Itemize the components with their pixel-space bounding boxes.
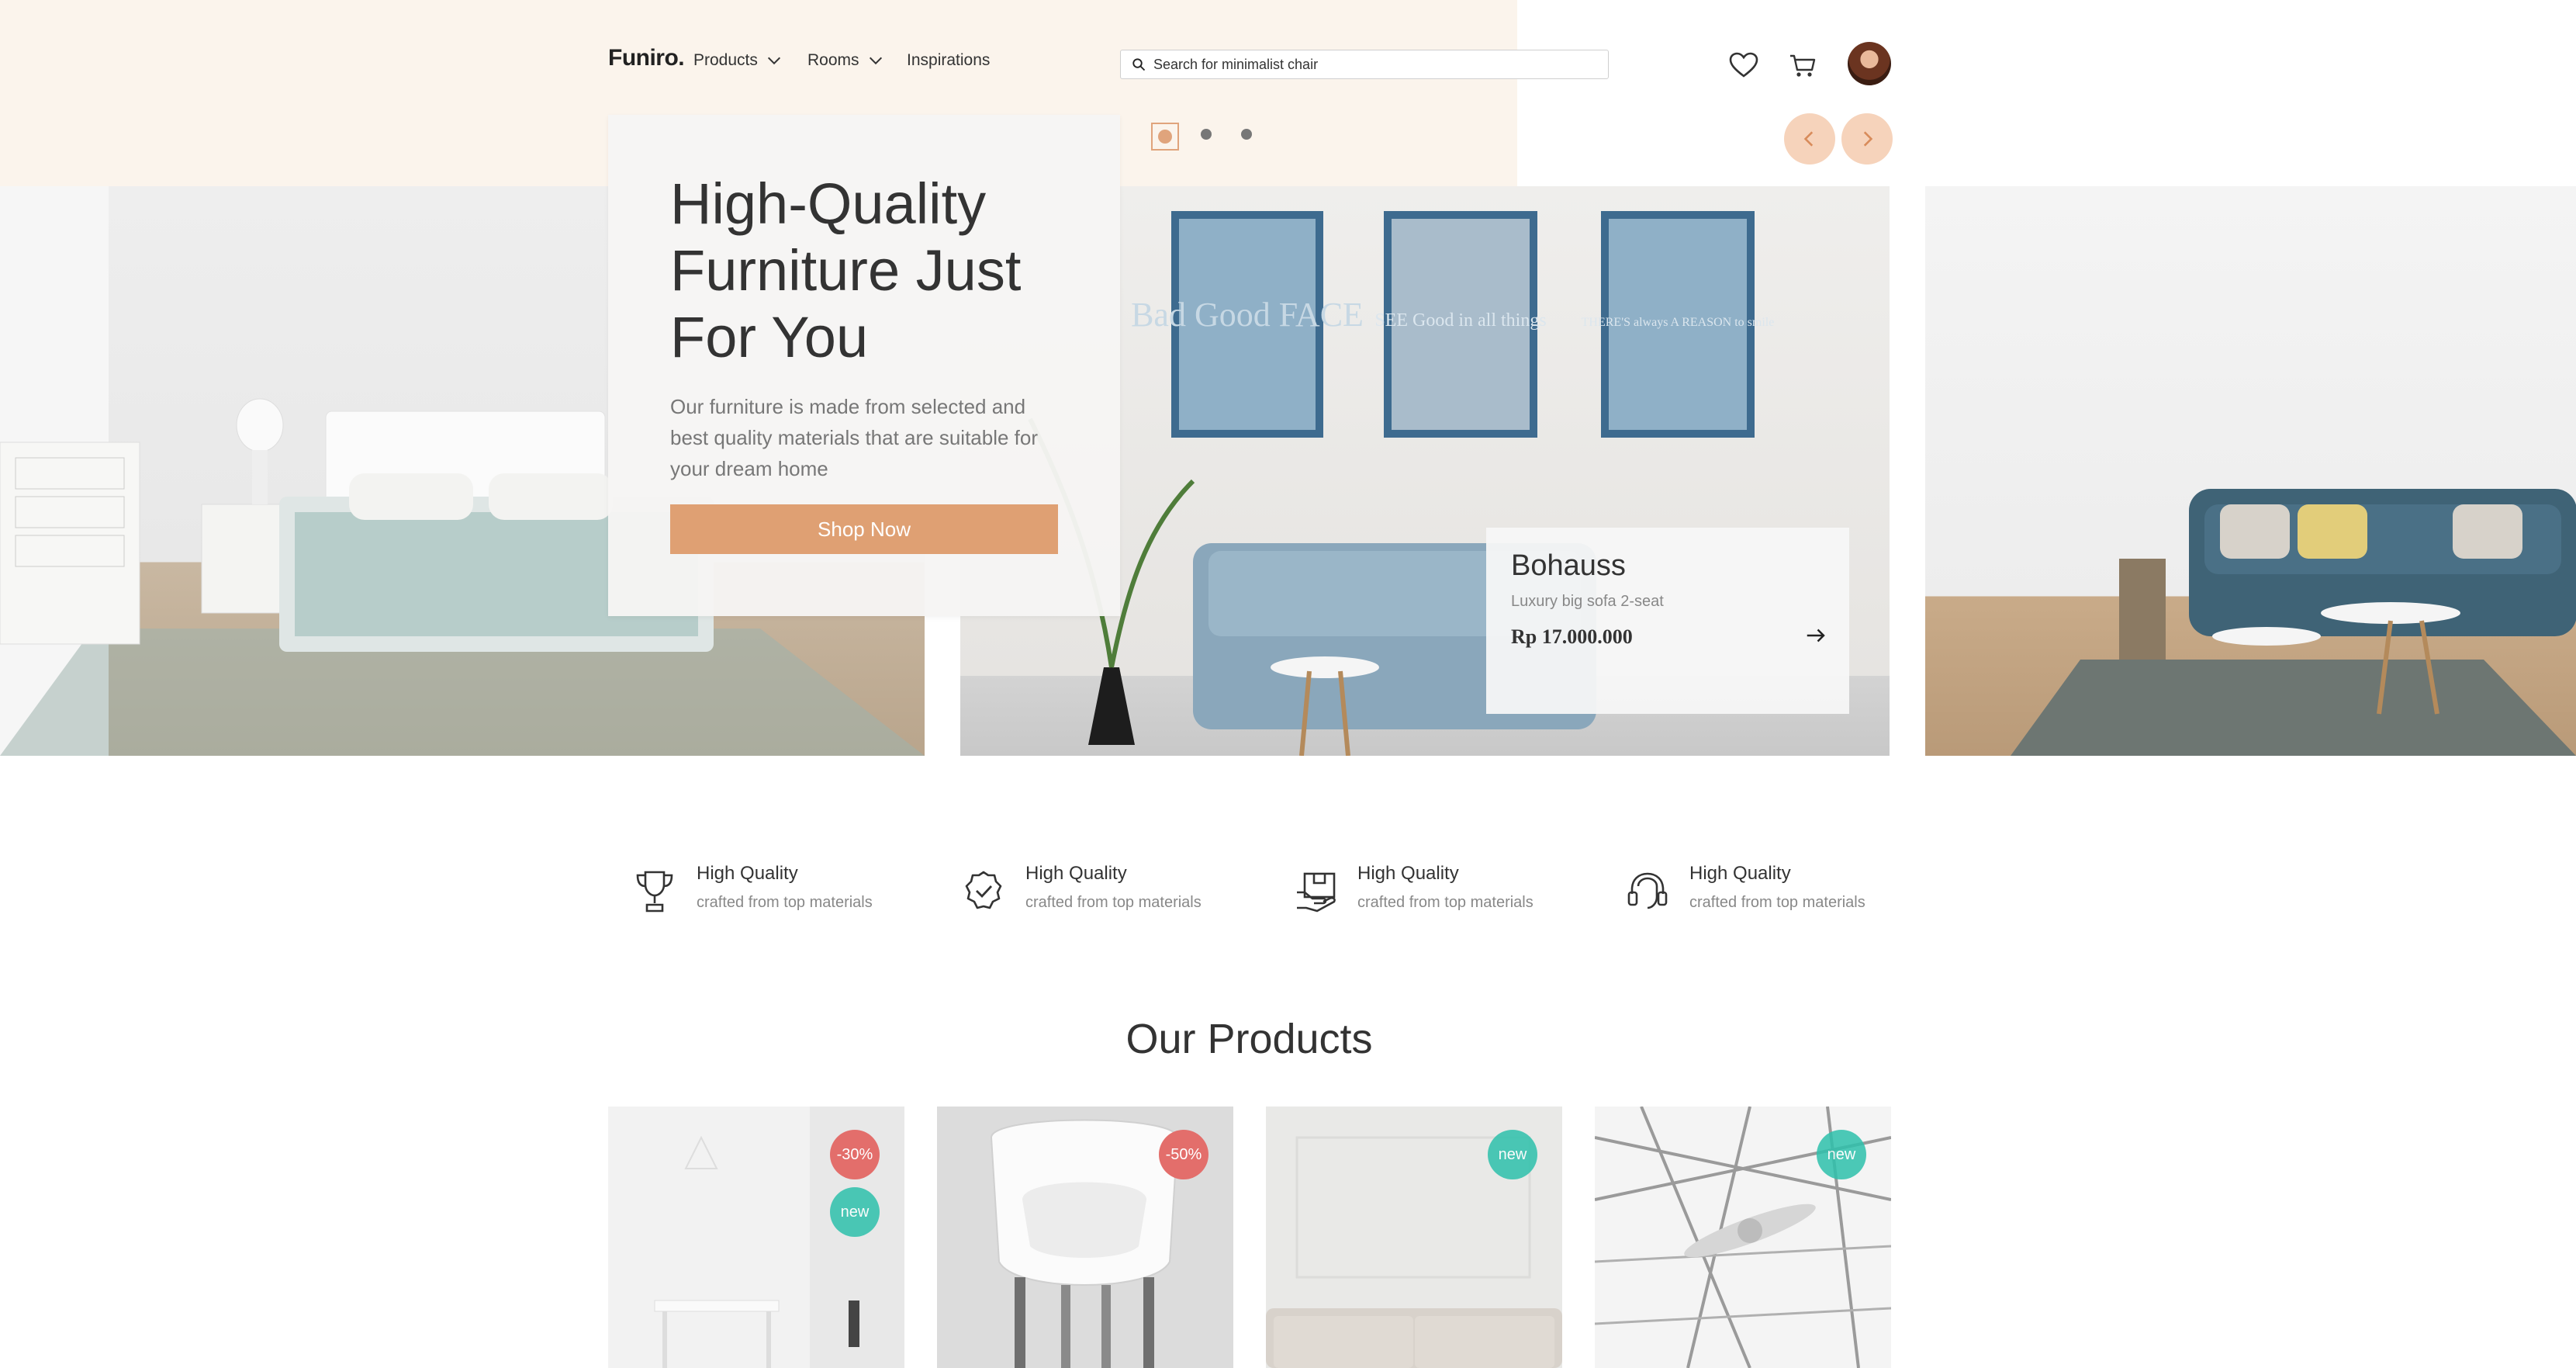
frame-2-text: SEE Good in all things [1374, 310, 1546, 331]
nav-products-label: Products [693, 51, 758, 69]
featured-product-subtitle: Luxury big sofa 2-seat [1511, 593, 1664, 610]
frame-3-text: THERE'S always A REASON to smile [1582, 316, 1775, 329]
product-card-1[interactable]: -30% new [608, 1107, 904, 1368]
carousel-dot-2[interactable] [1201, 129, 1212, 140]
wall-frame-3: THERE'S always A REASON to smile [1582, 211, 1775, 438]
search-input[interactable] [1152, 55, 1605, 74]
feature-title: High Quality [1025, 863, 1127, 884]
new-badge: new [1817, 1130, 1866, 1179]
trophy-icon [636, 871, 673, 913]
nav-rooms-label: Rooms [807, 51, 859, 69]
search-icon [1132, 58, 1146, 71]
feature-title: High Quality [697, 863, 798, 884]
hero-description: Our furniture is made from selected and … [670, 395, 1039, 480]
section-title-products: Our Products [1125, 1016, 1373, 1062]
chevron-down-icon [869, 57, 882, 65]
feature-item-4: High Quality crafted from top materials [1626, 863, 1952, 925]
feature-item-1: High Quality crafted from top materials [633, 863, 959, 925]
hero-card: High-Quality Furniture Just For You Our … [608, 115, 1120, 616]
chevron-left-icon [1803, 131, 1814, 147]
hero-title: High-Quality Furniture Just For You [670, 171, 1022, 369]
new-badge: new [1488, 1130, 1537, 1179]
support-headset-icon [1627, 872, 1668, 909]
shipping-box-icon [1297, 872, 1336, 913]
nav-inspirations-label: Inspirations [907, 51, 991, 69]
feature-title: High Quality [1357, 863, 1459, 884]
shop-now-button[interactable]: Shop Now [670, 504, 1058, 554]
search-bar[interactable] [1120, 50, 1609, 79]
feature-title: High Quality [1689, 863, 1791, 884]
carousel-dot-3[interactable] [1241, 129, 1252, 140]
wall-frame-1: Bad Good FACE [1131, 211, 1364, 438]
cart-button[interactable] [1786, 48, 1820, 82]
product-card-2[interactable]: -50% [937, 1107, 1233, 1368]
wall-frame-2: SEE Good in all things [1374, 211, 1547, 438]
nav-inspirations[interactable]: Inspirations [907, 51, 990, 70]
featured-product-card[interactable]: Bohauss Luxury big sofa 2-seat Rp 17.000… [1486, 528, 1849, 714]
featured-product-price: Rp 17.000.000 [1511, 625, 1633, 648]
nav-rooms[interactable]: Rooms [807, 51, 884, 70]
new-badge: new [830, 1187, 880, 1237]
product-card-4[interactable]: new [1595, 1107, 1891, 1368]
carousel-next-button[interactable] [1841, 113, 1893, 165]
chevron-right-icon [1863, 131, 1873, 147]
wishlist-button[interactable] [1727, 48, 1761, 82]
carousel-dot-1-active[interactable] [1151, 123, 1179, 151]
heart-icon [1729, 52, 1758, 78]
discount-badge: -50% [1159, 1130, 1208, 1179]
carousel-prev-button[interactable] [1784, 113, 1835, 165]
chevron-down-icon [767, 57, 780, 65]
feature-item-2: High Quality crafted from top materials [962, 863, 1288, 925]
featured-product-name: Bohauss [1511, 549, 1626, 582]
verified-badge-icon [965, 871, 1002, 909]
hero-image-living-room [1925, 186, 2576, 756]
cart-icon [1790, 54, 1816, 77]
feature-subtitle: crafted from top materials [1357, 894, 1533, 911]
nav-products[interactable]: Products [693, 51, 783, 70]
logo[interactable]: Funiro. [608, 45, 685, 71]
feature-item-3: High Quality crafted from top materials [1294, 863, 1620, 925]
feature-subtitle: crafted from top materials [1689, 894, 1865, 911]
arrow-right-icon[interactable] [1804, 624, 1827, 647]
product-card-3[interactable]: new [1266, 1107, 1562, 1368]
user-avatar[interactable] [1848, 42, 1891, 85]
feature-subtitle: crafted from top materials [697, 894, 873, 911]
feature-subtitle: crafted from top materials [1025, 894, 1202, 911]
frame-1-text: Bad Good FACE [1131, 296, 1364, 334]
discount-badge: -30% [830, 1130, 880, 1179]
